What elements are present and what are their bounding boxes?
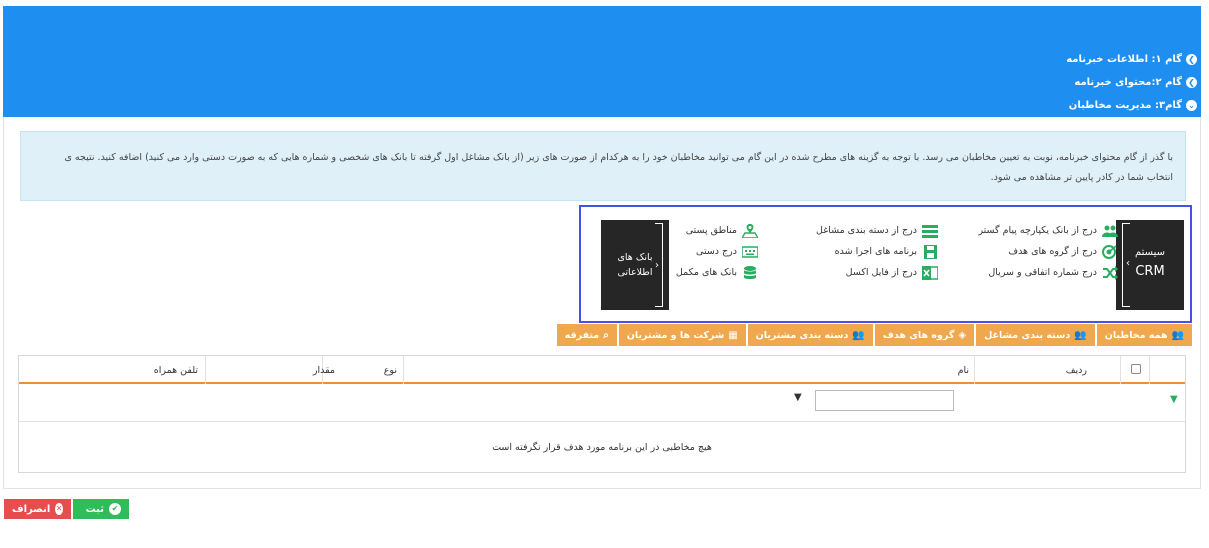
users-icon: 👥 <box>852 329 865 341</box>
list-icon <box>922 224 938 238</box>
step-1[interactable]: ❯ گام ۱: اطلاعات خبرنامه <box>1066 48 1197 71</box>
map-marker-icon <box>742 223 758 238</box>
source-label: درج از دسته بندی مشاغل <box>816 225 917 236</box>
source-job-categories[interactable]: درج از دسته بندی مشاغل <box>816 220 938 241</box>
tab-target-groups[interactable]: ◈ گروه های هدف <box>874 324 975 346</box>
crm-sources-column: درج از بانک یکپارچه پیام گستر درج از گرو… <box>978 220 1118 283</box>
tab-customer-categories[interactable]: 👥 دسته بندی مشتریان <box>747 324 873 346</box>
chevron-left-icon: ‹ <box>1126 258 1130 269</box>
step-3-label: گام۳: مدیریت مخاطبان <box>1068 100 1182 111</box>
column-mobile[interactable]: تلفن همراه <box>154 365 198 376</box>
source-label: بانک های مکمل <box>675 267 737 278</box>
select-all-checkbox[interactable] <box>1131 364 1141 374</box>
tab-label: دسته بندی مشاغل <box>984 329 1071 341</box>
step-3[interactable]: ⌄ گام۳: مدیریت مخاطبان <box>1066 94 1197 117</box>
grid-empty-message: هیچ مخاطبی در این برنامه مورد هدف قرار ن… <box>492 442 712 453</box>
tab-companies-customers[interactable]: ▦ شرکت ها و مشتریان <box>618 324 746 346</box>
source-label: درج از فایل اکسل <box>845 267 917 278</box>
column-name[interactable]: نام <box>958 365 969 376</box>
cancel-button[interactable]: ✕ انصراف <box>4 499 71 519</box>
check-icon: ✔ <box>109 503 121 515</box>
cancel-label: انصراف <box>12 503 51 515</box>
contacts-grid: ردیف نام نوع مقدار تلفن همراه ▼ ▼ هیچ مخ… <box>18 355 1186 473</box>
source-random-serial[interactable]: درج شماره اتفاقی و سریال <box>978 262 1118 283</box>
tab-label: دسته بندی مشتریان <box>755 329 849 341</box>
tab-label: متفرقه <box>564 329 600 341</box>
source-postal-areas[interactable]: مناطق پستی <box>676 220 758 241</box>
tab-label: شرکت ها و مشتریان <box>626 329 725 341</box>
source-label: درج از بانک یکپارچه پیام گستر <box>978 225 1097 236</box>
close-icon: ✕ <box>55 503 63 515</box>
tab-label: همه مخاطبان <box>1104 329 1168 341</box>
info-alert: با گذر از گام محتوای خبرنامه، نوبت به تع… <box>20 131 1186 201</box>
floppy-icon <box>922 244 938 259</box>
source-label: درج دستی <box>696 246 737 257</box>
building-icon: ▦ <box>728 329 738 341</box>
step-2-label: گام ۲:محتوای خبرنامه <box>1074 77 1182 88</box>
crm-system-block: ‹ سیستم CRM <box>1116 220 1184 310</box>
target-icon: ◈ <box>958 329 967 341</box>
search-icon: ⌕ <box>603 329 609 341</box>
tab-all-contacts[interactable]: 👥 همه مخاطبان <box>1096 324 1192 346</box>
info-line-1: با گذر از گام محتوای خبرنامه، نوبت به تع… <box>64 152 1173 163</box>
chevron-right-icon: › <box>655 260 659 271</box>
step-2[interactable]: ❯ گام ۲:محتوای خبرنامه <box>1066 71 1197 94</box>
chevron-right-circle-icon: ❯ <box>1186 77 1197 88</box>
filter-icon[interactable]: ▼ <box>1170 394 1178 405</box>
column-type[interactable]: نوع <box>384 365 397 376</box>
databanks-block: › بانک های اطلاعاتی <box>601 220 669 310</box>
tab-misc[interactable]: ⌕ متفرقه <box>556 324 617 346</box>
source-target-groups[interactable]: درج از گروه های هدف <box>978 241 1118 262</box>
wizard-steps: ❯ گام ۱: اطلاعات خبرنامه ❯ گام ۲:محتوای … <box>1066 48 1197 117</box>
source-label: مناطق پستی <box>685 225 737 236</box>
users-icon: 👥 <box>1171 329 1184 341</box>
grid-header: ردیف نام نوع مقدار تلفن همراه <box>19 356 1185 384</box>
shuffle-icon <box>1102 265 1118 280</box>
source-executed-programs[interactable]: برنامه های اجرا شده <box>816 241 938 262</box>
keyboard-icon <box>742 245 758 259</box>
filter-icon[interactable]: ▼ <box>794 392 802 403</box>
bank-sources-column: مناطق پستی درج دستی بانک های مکمل <box>676 220 758 283</box>
users-icon: 👥 <box>1074 329 1087 341</box>
source-integrated-bank[interactable]: درج از بانک یکپارچه پیام گستر <box>978 220 1118 241</box>
source-label: درج شماره اتفاقی و سریال <box>988 267 1097 278</box>
source-manual-entry[interactable]: درج دستی <box>676 241 758 262</box>
name-filter-input[interactable] <box>815 390 954 411</box>
tab-label: گروه های هدف <box>882 329 955 341</box>
chevron-down-circle-icon: ⌄ <box>1186 100 1197 111</box>
info-line-2: انتخاب شما در کادر پایین تر مشاهده می شو… <box>990 172 1173 183</box>
target-icon <box>1102 244 1118 259</box>
source-excel-file[interactable]: درج از فایل اکسل <box>816 262 938 283</box>
database-icon <box>742 265 758 280</box>
tab-job-categories[interactable]: 👥 دسته بندی مشاغل <box>976 324 1095 346</box>
contact-tabs: 👥 همه مخاطبان 👥 دسته بندی مشاغل ◈ گروه های … <box>555 324 1192 346</box>
excel-icon <box>922 265 938 280</box>
job-sources-column: درج از دسته بندی مشاغل برنامه های اجرا ش… <box>816 220 938 283</box>
step-1-label: گام ۱: اطلاعات خبرنامه <box>1066 54 1182 65</box>
users-icon <box>1102 224 1118 238</box>
grid-filter-row: ▼ ▼ <box>19 386 1185 422</box>
page-header <box>3 6 1201 117</box>
source-label: درج از گروه های هدف <box>1008 246 1097 257</box>
chevron-right-circle-icon: ❯ <box>1186 54 1197 65</box>
column-amount[interactable]: مقدار <box>313 365 335 376</box>
save-button[interactable]: ✔ ثبت <box>73 499 129 519</box>
column-row[interactable]: ردیف <box>1066 365 1087 376</box>
source-supplementary-banks[interactable]: بانک های مکمل <box>676 262 758 283</box>
save-label: ثبت <box>85 503 104 515</box>
source-label: برنامه های اجرا شده <box>834 246 917 257</box>
